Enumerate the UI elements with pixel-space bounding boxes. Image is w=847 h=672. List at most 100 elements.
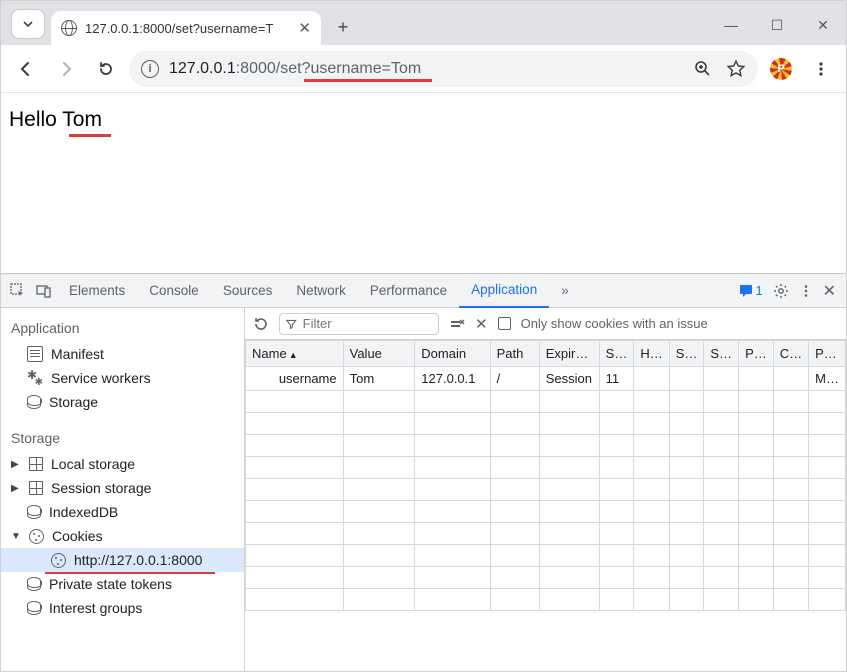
devtools-close-button[interactable]: ✕ <box>823 281 836 301</box>
address-bar[interactable]: i 127.0.0.1:8000/set?username=Tom <box>129 51 758 87</box>
database-icon <box>27 395 41 409</box>
col-name[interactable]: Name▲ <box>246 341 344 367</box>
grid-icon <box>29 481 43 495</box>
col-value[interactable]: Value <box>343 341 415 367</box>
table-row[interactable] <box>246 457 846 479</box>
cell-value: Tom <box>350 371 375 386</box>
new-tab-button[interactable]: + <box>329 13 357 41</box>
tab-application[interactable]: Application <box>459 274 549 308</box>
col-partition[interactable]: P… <box>739 341 774 367</box>
application-sidebar[interactable]: Application Manifest Service workers Sto… <box>1 308 245 671</box>
table-row[interactable] <box>246 567 846 589</box>
tab-title: 127.0.0.1:8000/set?username=T <box>85 21 273 36</box>
only-issue-checkbox[interactable] <box>498 317 511 330</box>
table-row[interactable] <box>246 523 846 545</box>
sidebar-item-cookies[interactable]: ▼Cookies <box>1 524 244 548</box>
profile-icon: P <box>770 58 792 80</box>
settings-icon[interactable] <box>773 283 789 299</box>
issues-count: 1 <box>755 283 762 298</box>
col-path[interactable]: Path <box>490 341 539 367</box>
col-crosssite[interactable]: C… <box>773 341 808 367</box>
col-samesite[interactable]: S… <box>704 341 739 367</box>
tab-performance[interactable]: Performance <box>358 274 459 308</box>
table-row[interactable] <box>246 435 846 457</box>
tab-sources[interactable]: Sources <box>211 274 285 308</box>
browser-menu-button[interactable] <box>804 52 838 86</box>
close-tab-button[interactable]: ✕ <box>298 19 311 37</box>
url-text: 127.0.0.1:8000/set?username=Tom <box>169 60 421 78</box>
table-row[interactable] <box>246 391 846 413</box>
tab-elements[interactable]: Elements <box>57 274 137 308</box>
table-row[interactable] <box>246 545 846 567</box>
col-httponly[interactable]: H… <box>634 341 669 367</box>
browser-tab[interactable]: 127.0.0.1:8000/set?username=T ✕ <box>51 11 321 45</box>
col-domain[interactable]: Domain <box>415 341 490 367</box>
page-content: Hello Tom <box>1 93 846 273</box>
forward-button[interactable] <box>49 52 83 86</box>
cookies-table[interactable]: Name▲ Value Domain Path Expir… S… H… S… … <box>245 340 846 671</box>
chat-icon <box>739 284 753 298</box>
issues-badge[interactable]: 1 <box>739 283 762 298</box>
sidebar-item-indexeddb[interactable]: IndexedDB <box>1 500 244 524</box>
sidebar-item-storage[interactable]: Storage <box>1 390 244 414</box>
cell-http <box>634 367 669 391</box>
col-priority[interactable]: P… <box>809 341 846 367</box>
profile-button[interactable]: P <box>764 52 798 86</box>
close-window-button[interactable]: ✕ <box>800 5 846 45</box>
inspect-button[interactable] <box>5 274 31 308</box>
col-size[interactable]: S… <box>599 341 634 367</box>
sidebar-item-interest-groups[interactable]: Interest groups <box>1 596 244 620</box>
url-path: /set?username=Tom <box>276 60 421 77</box>
clear-all-icon[interactable] <box>449 316 465 332</box>
cell-path: / <box>490 367 539 391</box>
file-icon <box>27 346 43 362</box>
reload-icon <box>97 60 115 78</box>
sidebar-item-local-storage[interactable]: ▶Local storage <box>1 452 244 476</box>
sidebar-item-private-state-tokens[interactable]: Private state tokens <box>1 572 244 596</box>
annotation-underline <box>69 134 111 137</box>
caret-down-icon: ▼ <box>11 531 21 542</box>
sort-asc-icon: ▲ <box>289 350 298 360</box>
more-tabs-button[interactable]: » <box>549 274 581 308</box>
col-secure[interactable]: S… <box>669 341 704 367</box>
bookmark-star-icon[interactable] <box>726 59 746 79</box>
table-row[interactable] <box>246 413 846 435</box>
arrow-right-icon <box>57 60 75 78</box>
cell-domain: 127.0.0.1 <box>415 367 490 391</box>
cookie-icon <box>51 553 66 568</box>
table-row[interactable] <box>246 479 846 501</box>
device-mode-button[interactable] <box>31 274 57 308</box>
cookies-toolbar: ✕ Only show cookies with an issue <box>245 308 846 340</box>
filter-input[interactable] <box>279 313 439 335</box>
tab-network[interactable]: Network <box>284 274 358 308</box>
table-row[interactable] <box>246 589 846 611</box>
back-button[interactable] <box>9 52 43 86</box>
cell-prio: M… <box>809 367 846 391</box>
reload-button[interactable] <box>89 52 123 86</box>
cookies-pane: ✕ Only show cookies with an issue Name▲ … <box>245 308 846 671</box>
sidebar-item-session-storage[interactable]: ▶Session storage <box>1 476 244 500</box>
sidebar-item-manifest[interactable]: Manifest <box>1 342 244 366</box>
tab-search-button[interactable] <box>11 9 45 39</box>
table-row[interactable]: username Tom 127.0.0.1 / Session 11 M… <box>246 367 846 391</box>
cell-secure <box>669 367 704 391</box>
sidebar-item-service-workers[interactable]: Service workers <box>1 366 244 390</box>
delete-selected-button[interactable]: ✕ <box>475 315 488 333</box>
col-expires[interactable]: Expir… <box>539 341 599 367</box>
cell-part <box>739 367 774 391</box>
zoom-icon[interactable] <box>694 60 712 78</box>
site-info-icon[interactable]: i <box>141 60 159 78</box>
annotation-underline <box>45 572 215 575</box>
kebab-icon[interactable] <box>799 284 813 298</box>
globe-icon <box>61 20 77 36</box>
filter-icon <box>286 318 297 330</box>
reload-icon[interactable] <box>253 316 269 332</box>
tab-console[interactable]: Console <box>137 274 211 308</box>
filter-field[interactable] <box>303 316 432 331</box>
minimize-button[interactable]: — <box>708 5 754 45</box>
sidebar-item-cookie-origin[interactable]: http://127.0.0.1:8000 <box>1 548 244 572</box>
table-row[interactable] <box>246 501 846 523</box>
maximize-button[interactable]: ☐ <box>754 5 800 45</box>
url-host: 127.0.0.1 <box>169 60 236 77</box>
browser-titlebar: 127.0.0.1:8000/set?username=T ✕ + — ☐ ✕ <box>1 1 846 45</box>
